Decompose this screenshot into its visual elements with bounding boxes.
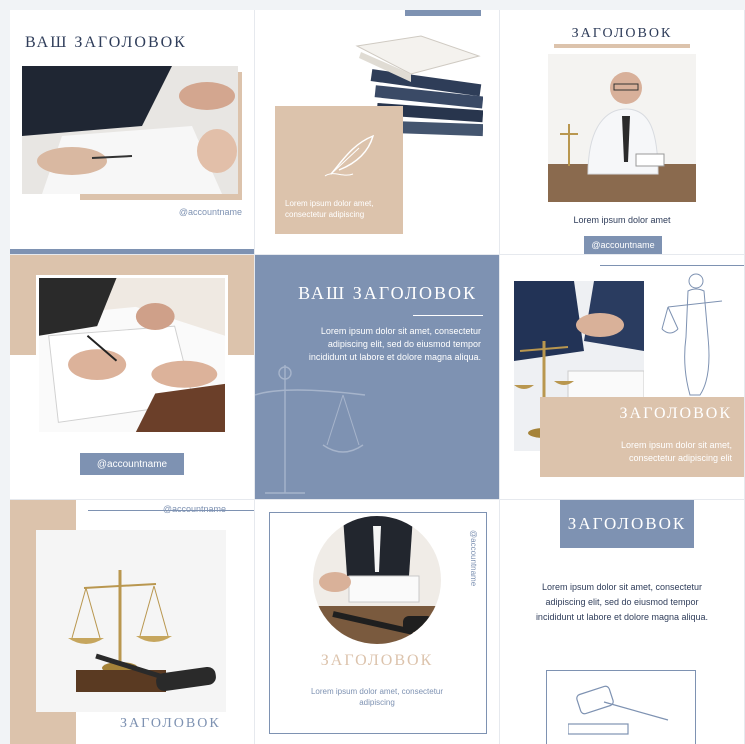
tile-2[interactable]: Lorem ipsum dolor amet, consectetur adip… — [255, 10, 499, 254]
thin-rule — [600, 265, 744, 266]
tile-8-handle[interactable]: @accountname — [469, 530, 478, 586]
beige-underline — [554, 44, 690, 48]
title-rule — [413, 315, 483, 316]
tile-5[interactable]: ВАШ ЗАГОЛОВОК Lorem ipsum dolor sit amet… — [255, 255, 499, 499]
tile-3[interactable]: ЗАГОЛОВОК Lorem ipsum dolor amet @accoun… — [500, 10, 744, 254]
tile-3-caption: Lorem ipsum dolor amet — [573, 215, 671, 225]
tile-3-handle-tag[interactable]: @accountname — [584, 236, 662, 254]
tile-2-text: Lorem ipsum dolor amet, consectetur adip… — [285, 199, 374, 219]
post-grid: ВАШ ЗАГОЛОВОК @accountname Lorem ipsum d… — [10, 10, 745, 744]
themis-icon — [661, 273, 723, 396]
photo-lawyer-desk — [548, 54, 696, 202]
tile-7-title: ЗАГОЛОВОК — [120, 716, 221, 731]
scales-icon — [255, 365, 366, 494]
tile-7-handle[interactable]: @accountname — [163, 504, 226, 514]
tile-5-title: ВАШ ЗАГОЛОВОК — [298, 283, 477, 303]
tile-8[interactable]: @accountname ЗАГОЛОВОК Lorem ipsum dolor… — [255, 500, 499, 744]
tile-8-title: ЗАГОЛОВОК — [320, 652, 434, 669]
tile-1[interactable]: ВАШ ЗАГОЛОВОК @accountname — [10, 10, 254, 254]
tile-3-title: ЗАГОЛОВОК — [571, 26, 673, 41]
photo-document-signing — [36, 275, 228, 435]
blue-strip — [10, 249, 254, 254]
tile-9-body: Lorem ipsum dolor sit amet, consectetur … — [535, 582, 709, 622]
tile-1-handle[interactable]: @accountname — [179, 207, 242, 217]
tile-9-title: ЗАГОЛОВОК — [560, 500, 694, 548]
tile-6-title: ЗАГОЛОВОК — [619, 405, 732, 422]
tile-7[interactable]: @accountname ЗАГОЛОВОК — [10, 500, 254, 744]
gavel-icon — [568, 685, 669, 735]
photo-signing-contract — [22, 66, 238, 194]
photo-scales-gavel — [36, 530, 226, 712]
feather-icon — [324, 134, 375, 177]
tile-4[interactable]: @accountname — [10, 255, 254, 499]
tile-6-text: Lorem ipsum dolor sit amet, consectetur … — [620, 440, 732, 463]
tile-9[interactable]: ЗАГОЛОВОК Lorem ipsum dolor sit amet, co… — [500, 500, 744, 744]
tile-6[interactable]: ЗАГОЛОВОК Lorem ipsum dolor sit amet, co… — [500, 255, 744, 499]
tile-4-handle-tag[interactable]: @accountname — [80, 453, 184, 475]
beige-card: Lorem ipsum dolor amet, consectetur adip… — [275, 106, 403, 234]
tile-8-text: Lorem ipsum dolor amet, consectetur adip… — [310, 687, 444, 707]
tile-1-title: ВАШ ЗАГОЛОВОК — [25, 34, 187, 51]
blue-bar — [405, 10, 481, 16]
photo-gavel-notebook — [313, 516, 441, 644]
